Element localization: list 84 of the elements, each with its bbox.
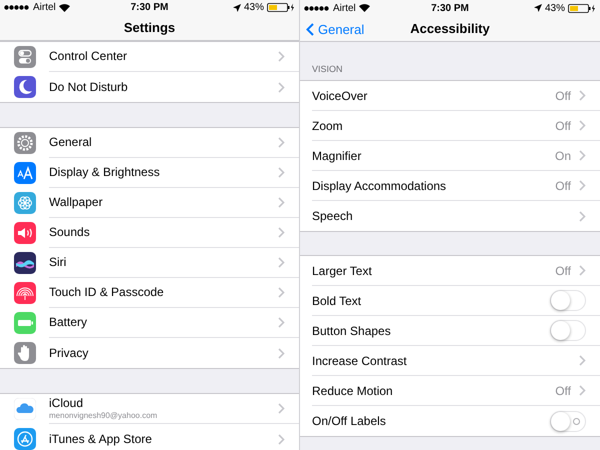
chevron-icon	[278, 137, 285, 148]
wifi-icon	[58, 4, 70, 12]
clock-time: 7:30 PM	[431, 2, 469, 16]
battery-percent: 43%	[544, 2, 565, 16]
app-store-icon	[14, 428, 36, 450]
switches-icon	[14, 46, 36, 68]
toggle-switch[interactable]	[550, 320, 586, 341]
flower-icon	[14, 192, 36, 214]
row-label: Increase Contrast	[312, 352, 408, 370]
row-label: iCloud	[49, 396, 84, 411]
hand-icon	[14, 342, 36, 364]
row-value: Off	[555, 382, 571, 400]
chevron-icon	[579, 210, 586, 222]
gear-icon	[14, 132, 36, 154]
signal-icon	[304, 6, 330, 10]
location-arrow-icon	[232, 4, 241, 12]
row-value: Off	[555, 262, 571, 280]
back-button[interactable]: General	[306, 20, 364, 40]
chevron-icon	[278, 348, 285, 358]
speaker-icon	[14, 222, 36, 244]
battery-icon	[14, 312, 36, 334]
row-label: Larger Text	[312, 262, 373, 280]
section-header: VISION	[312, 62, 343, 76]
chevron-icon	[579, 180, 586, 191]
row-value: Off	[555, 118, 571, 134]
location-arrow-icon	[534, 4, 542, 12]
row-label: Do Not Disturb	[49, 80, 129, 94]
chevron-icon	[579, 355, 586, 366]
row-label: Magnifier	[312, 148, 362, 164]
letters-icon	[14, 162, 36, 184]
chevron-icon	[579, 385, 586, 396]
signal-icon	[4, 5, 30, 10]
screen-title: Accessibility	[410, 20, 490, 38]
row-label: Display Accommodations	[312, 178, 448, 194]
row-value: On	[554, 148, 571, 164]
battery-charging-icon	[266, 3, 295, 12]
row-label: Zoom	[312, 118, 344, 134]
row-label: Wallpaper	[49, 195, 104, 210]
row-label: On/Off Labels	[312, 413, 387, 430]
toggle-switch[interactable]	[550, 410, 586, 432]
row-label: Siri	[49, 255, 68, 270]
chevron-icon	[579, 265, 586, 276]
row-label: Bold Text	[312, 292, 362, 310]
moon-icon	[14, 76, 36, 98]
row-label: General	[49, 135, 93, 150]
row-label: Speech	[312, 208, 354, 225]
chevron-icon	[278, 403, 285, 414]
battery-charging-icon	[568, 4, 596, 12]
chevron-icon	[278, 257, 285, 268]
back-chevron-icon	[306, 23, 314, 36]
row-label: Battery	[49, 315, 88, 330]
row-label: Reduce Motion	[312, 382, 394, 400]
chevron-icon	[278, 287, 285, 298]
row-label: iTunes & App Store	[49, 432, 153, 446]
chevron-icon	[278, 434, 285, 444]
row-label: Button Shapes	[312, 322, 392, 340]
chevron-icon	[278, 197, 285, 208]
row-label: Display & Brightness	[49, 165, 161, 180]
toggle-switch[interactable]	[550, 290, 586, 311]
screen-title: Settings	[124, 18, 176, 37]
chevron-icon	[278, 82, 285, 92]
carrier-name: Airtel	[33, 1, 56, 15]
chevron-icon	[579, 120, 586, 131]
siri-icon	[14, 252, 36, 274]
row-label: Touch ID & Passcode	[49, 285, 165, 300]
row-label: Sounds	[49, 225, 91, 240]
row-label: VoiceOver	[312, 88, 368, 104]
chevron-icon	[579, 150, 586, 161]
battery-percent: 43%	[244, 1, 264, 15]
row-value: Off	[555, 88, 571, 104]
chevron-icon	[278, 317, 285, 328]
chevron-icon	[278, 51, 285, 62]
chevron-icon	[278, 167, 285, 178]
wifi-icon	[358, 4, 370, 12]
carrier-name: Airtel	[333, 2, 356, 16]
row-value: Off	[555, 178, 571, 194]
account-email: menonvignesh90@yahoo.com	[49, 411, 158, 421]
cloud-icon	[14, 398, 36, 420]
row-label: Control Center	[49, 49, 128, 64]
row-label: Privacy	[49, 346, 90, 360]
chevron-icon	[579, 90, 586, 101]
fingerprint-icon	[14, 282, 36, 304]
chevron-icon	[278, 227, 285, 238]
clock-time: 7:30 PM	[130, 1, 168, 15]
